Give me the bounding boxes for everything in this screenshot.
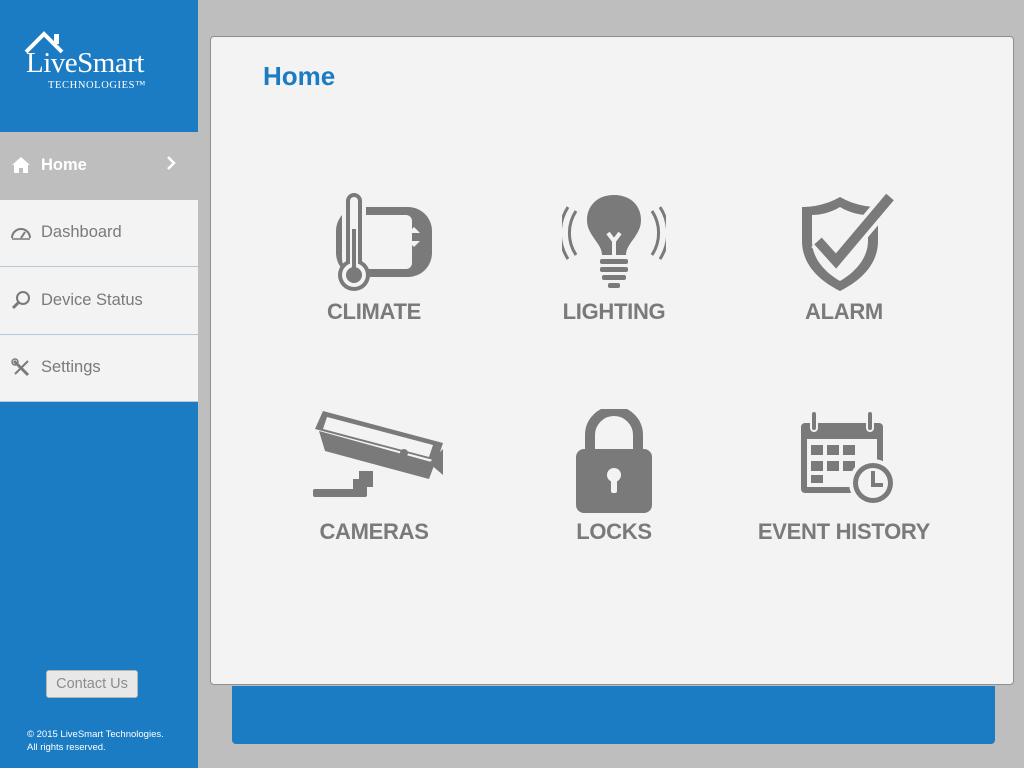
tile-lighting[interactable]: LIGHTING <box>499 187 729 327</box>
calendar-clock-icon <box>801 410 897 507</box>
copyright-line: All rights reserved. <box>27 741 106 753</box>
contact-us-button[interactable]: Contact Us <box>46 670 138 698</box>
tile-label: LIGHTING <box>562 299 666 324</box>
shield-check-icon <box>802 191 896 291</box>
sidebar-item-settings[interactable]: Settings <box>0 334 198 402</box>
tile-label: CAMERAS <box>319 519 429 544</box>
sidebar-item-home[interactable]: Home <box>0 132 198 200</box>
padlock-icon <box>576 409 652 513</box>
tile-label: EVENT HISTORY <box>757 519 931 544</box>
tools-icon <box>10 357 32 379</box>
chevron-right-icon <box>166 155 176 175</box>
main-panel: Home CLIMATE LIGHTING ALARM CAMERAS LOCK… <box>210 36 1014 685</box>
tile-climate[interactable]: CLIMATE <box>259 187 489 327</box>
thermostat-icon <box>336 191 432 291</box>
logo-subtitle: TECHNOLOGIES™ <box>48 80 146 91</box>
sidebar-item-label: Device Status <box>41 290 143 309</box>
tile-label: CLIMATE <box>326 299 422 324</box>
tile-label: LOCKS <box>576 519 652 544</box>
copyright: © 2015 LiveSmart Technologies. All right… <box>27 729 164 754</box>
sidebar-item-label: Settings <box>41 358 101 377</box>
logo-brand: LiveSmart <box>26 47 144 79</box>
lightbulb-icon <box>562 195 666 288</box>
magnifier-icon <box>10 289 32 311</box>
security-camera-icon <box>313 411 443 497</box>
nav-menu: Home Dashboard Device Status Settings <box>0 132 198 402</box>
sidebar: LiveSmart TECHNOLOGIES™ Home Dashboard D… <box>0 0 198 768</box>
tile-locks[interactable]: LOCKS <box>499 409 729 549</box>
bottom-bar <box>232 686 995 744</box>
sidebar-item-label: Dashboard <box>41 223 122 242</box>
tile-alarm[interactable]: ALARM <box>729 187 959 327</box>
tile-event-history[interactable]: EVENT HISTORY <box>729 409 959 549</box>
home-icon <box>10 154 32 176</box>
logo: LiveSmart TECHNOLOGIES™ <box>0 0 198 132</box>
page-title: Home <box>263 61 336 91</box>
sidebar-item-device-status[interactable]: Device Status <box>0 267 198 335</box>
sidebar-item-dashboard[interactable]: Dashboard <box>0 199 198 267</box>
tile-cameras[interactable]: CAMERAS <box>259 409 489 549</box>
gauge-icon <box>10 222 32 244</box>
copyright-line: © 2015 LiveSmart Technologies. <box>27 729 164 740</box>
sidebar-item-label: Home <box>41 155 87 174</box>
tile-label: ALARM <box>805 299 883 324</box>
